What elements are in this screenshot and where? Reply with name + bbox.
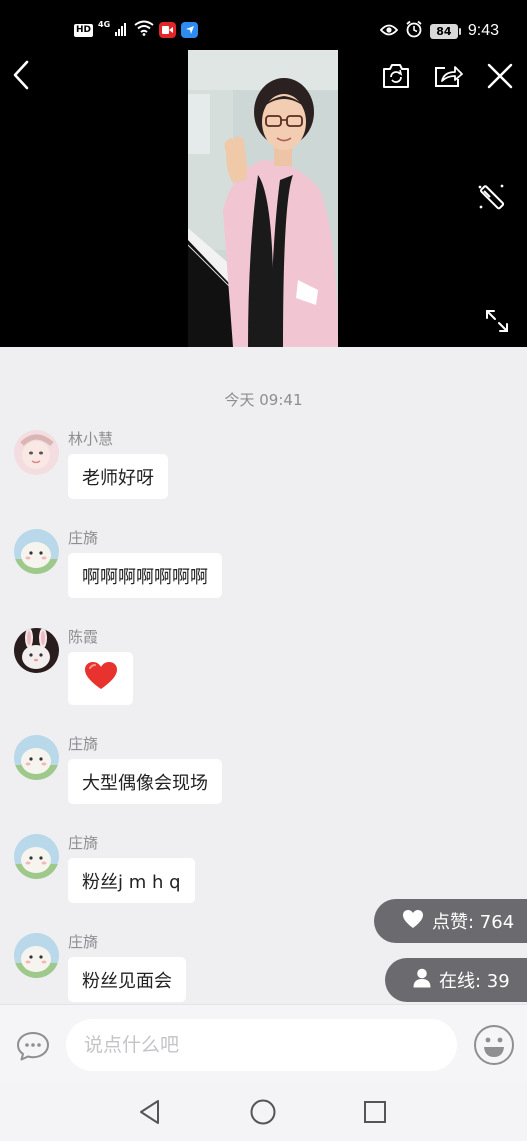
message-sender: 陈霞 xyxy=(68,628,99,646)
live-video-frame xyxy=(188,50,338,347)
chat-bubble-icon[interactable] xyxy=(14,1027,52,1065)
message-input[interactable] xyxy=(66,1019,457,1071)
like-count: 点赞: 764 xyxy=(432,912,515,933)
online-count: 在线: 39 xyxy=(439,971,510,992)
message-bubble[interactable]: 粉丝j m h q xyxy=(68,858,195,903)
switch-camera-icon[interactable] xyxy=(381,61,411,91)
back-triangle-icon[interactable] xyxy=(134,1096,166,1128)
person-icon xyxy=(413,968,431,993)
like-button[interactable]: 点赞: 764 xyxy=(374,899,527,943)
status-left: HD 4G xyxy=(74,19,199,40)
recents-square-icon[interactable] xyxy=(359,1096,391,1128)
cartoon-avatar[interactable] xyxy=(14,834,59,879)
chat-area[interactable]: 今天 09:41 林小慧 老师好呀 庄旖 啊啊啊啊啊啊啊 陈霞 庄旖 大型偶像会… xyxy=(0,347,527,1004)
location-app-icon xyxy=(181,22,199,38)
eye-icon xyxy=(379,22,399,41)
alarm-icon xyxy=(405,20,423,42)
system-nav-bar xyxy=(0,1082,527,1141)
heart-sticker-bubble[interactable] xyxy=(68,652,133,705)
video-panel: HD 4G 84 9:43 xyxy=(0,0,527,347)
message-sender: 庄旖 xyxy=(68,933,99,951)
red-heart-icon xyxy=(84,661,118,696)
bunny-avatar[interactable] xyxy=(14,628,59,673)
fullscreen-icon[interactable] xyxy=(483,307,511,335)
cartoon-avatar[interactable] xyxy=(14,933,59,978)
network-type: 4G xyxy=(98,19,111,29)
online-users-button[interactable]: 在线: 39 xyxy=(385,958,527,1002)
wifi-icon xyxy=(134,20,154,40)
home-circle-icon[interactable] xyxy=(247,1096,279,1128)
cartoon-avatar[interactable] xyxy=(14,529,59,574)
status-right: 84 9:43 xyxy=(379,20,499,42)
close-icon[interactable] xyxy=(485,61,515,91)
chat-input-bar xyxy=(0,1004,527,1082)
clock: 9:43 xyxy=(467,22,499,39)
battery-level: 84 xyxy=(429,23,458,39)
message-bubble[interactable]: 老师好呀 xyxy=(68,454,168,499)
message-bubble[interactable]: 大型偶像会现场 xyxy=(68,759,222,804)
message-bubble[interactable]: 啊啊啊啊啊啊啊 xyxy=(68,553,222,598)
hd-badge: HD xyxy=(74,23,94,37)
message-bubble[interactable]: 粉丝见面会 xyxy=(68,957,186,1002)
share-icon[interactable] xyxy=(433,61,463,91)
signal-icon xyxy=(115,21,129,40)
battery-icon: 84 xyxy=(429,23,461,39)
message-sender: 庄旖 xyxy=(68,529,99,547)
back-icon[interactable] xyxy=(6,56,36,94)
cartoon-avatar[interactable] xyxy=(14,735,59,780)
message-sender: 林小慧 xyxy=(68,430,114,448)
video-actions xyxy=(381,58,515,94)
girl-avatar[interactable] xyxy=(14,430,59,475)
message-sender: 庄旖 xyxy=(68,834,99,852)
heart-icon xyxy=(402,909,424,934)
message-sender: 庄旖 xyxy=(68,735,99,753)
video-app-icon xyxy=(159,22,177,38)
emoji-icon[interactable] xyxy=(473,1024,515,1066)
beauty-wand-icon[interactable] xyxy=(475,181,507,213)
chat-date-label: 今天 09:41 xyxy=(224,391,303,409)
